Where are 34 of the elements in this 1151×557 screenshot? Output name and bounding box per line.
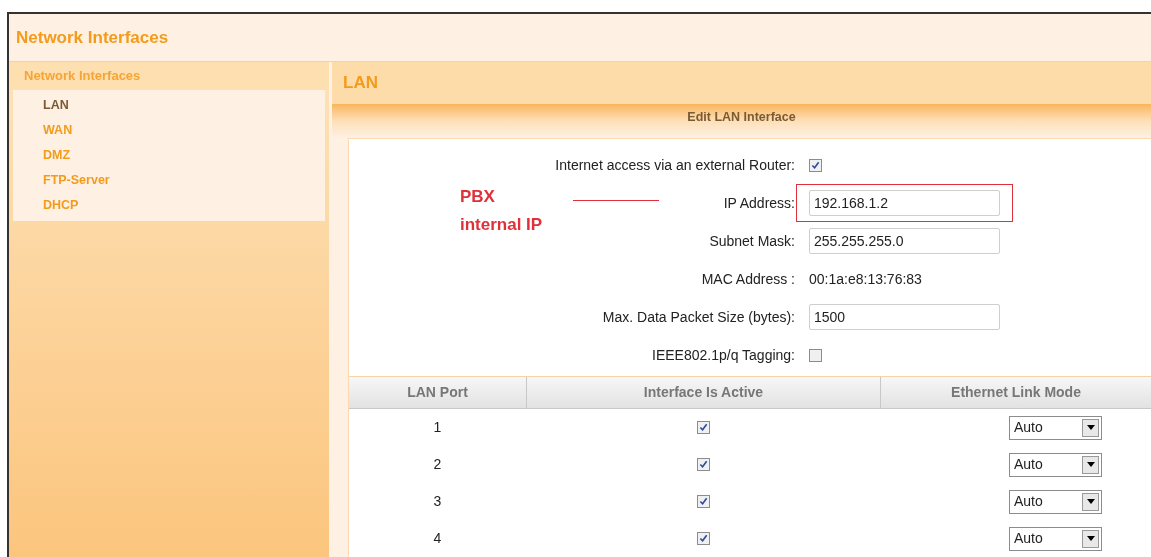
input-field[interactable]: 192.168.1.2 <box>809 190 1000 216</box>
column-header: Ethernet Link Mode <box>880 377 1151 408</box>
subsection-title: Edit LAN Interface <box>687 108 796 126</box>
field-label: Max. Data Packet Size (bytes): <box>602 307 795 327</box>
sidebar-item[interactable]: LAN <box>13 93 325 118</box>
checkbox[interactable] <box>809 348 822 362</box>
checkbox[interactable] <box>696 495 710 508</box>
checkbox[interactable] <box>696 532 710 545</box>
field-label: IP Address: <box>723 193 795 213</box>
mode-dropdown[interactable]: Auto <box>1009 415 1102 440</box>
mode-dropdown[interactable]: Auto <box>1009 452 1102 477</box>
table-cell-text: 1 <box>433 418 442 437</box>
table-cell-text: 2 <box>433 455 442 474</box>
field-label: Subnet Mask: <box>709 231 795 251</box>
table-cell-text: 4 <box>433 529 442 548</box>
table-cell-text: 3 <box>433 492 442 511</box>
section-title: LAN <box>343 72 378 95</box>
page-title: Network Interfaces <box>16 26 169 49</box>
field-label: Internet access via an external Router: <box>555 155 795 175</box>
column-header: Interface Is Active <box>526 377 880 408</box>
field-value: 00:1a:e8:13:76:83 <box>809 269 922 289</box>
sidebar-heading: Network Interfaces <box>24 67 141 86</box>
input-field[interactable]: 1500 <box>809 304 1000 330</box>
column-header: LAN Port <box>406 383 469 402</box>
field-label: IEEE802.1p/q Tagging: <box>652 345 795 365</box>
mode-dropdown[interactable]: Auto <box>1009 489 1102 514</box>
checkbox[interactable] <box>809 158 822 172</box>
annotation-text: PBX <box>460 186 496 208</box>
annotation-text: internal IP <box>460 214 543 236</box>
checkbox[interactable] <box>696 421 710 434</box>
checkbox[interactable] <box>696 458 710 471</box>
mode-dropdown[interactable]: Auto <box>1009 526 1102 551</box>
input-field[interactable]: 255.255.255.0 <box>809 228 1000 254</box>
field-label: MAC Address : <box>701 269 795 289</box>
